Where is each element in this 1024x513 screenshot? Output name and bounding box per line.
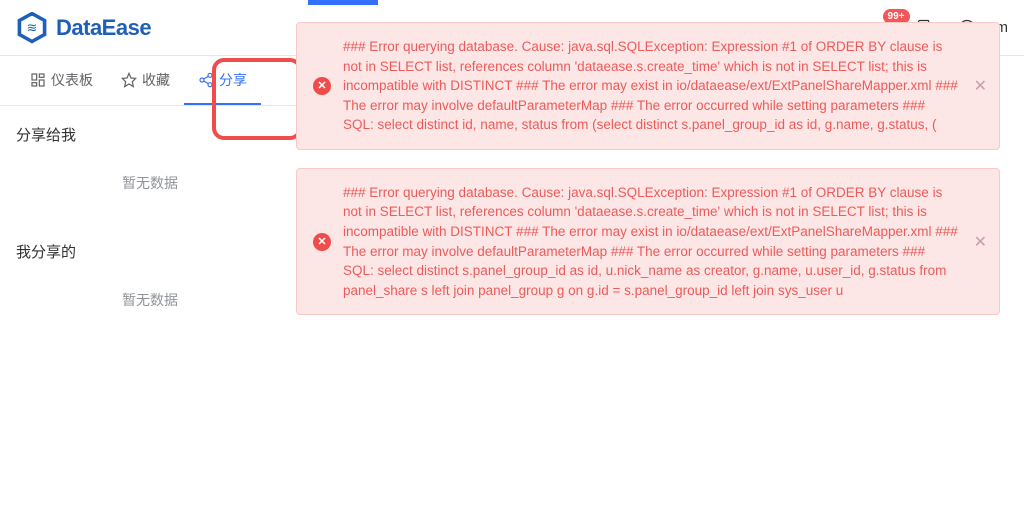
tab-favorites[interactable]: 收藏 xyxy=(107,56,184,105)
my-shares-empty: 暂无数据 xyxy=(0,272,300,340)
error-icon: ✕ xyxy=(313,233,331,251)
tab-share[interactable]: 分享 xyxy=(184,56,261,105)
share-icon xyxy=(198,72,214,88)
brand-logo[interactable]: ≋ DataEase xyxy=(16,12,151,44)
shared-to-me-empty: 暂无数据 xyxy=(0,155,300,223)
section-my-shares-title[interactable]: 我分享的 xyxy=(0,223,300,272)
close-icon[interactable]: ✕ xyxy=(974,232,987,252)
error-toast: ✕ ### Error querying database. Cause: ja… xyxy=(296,22,1000,150)
close-icon[interactable]: ✕ xyxy=(974,76,987,96)
tab-favorites-label: 收藏 xyxy=(142,70,170,90)
tab-dashboard-label: 仪表板 xyxy=(51,70,93,90)
brand-text: DataEase xyxy=(56,15,151,41)
top-nav-active-indicator xyxy=(308,0,378,5)
left-tabs: 仪表板 收藏 分享 xyxy=(0,56,300,106)
toasts-area: ✕ ### Error querying database. Cause: ja… xyxy=(296,22,1000,333)
error-toast: ✕ ### Error querying database. Cause: ja… xyxy=(296,168,1000,315)
section-shared-to-me-title[interactable]: 分享给我 xyxy=(0,106,300,155)
error-message: ### Error querying database. Cause: java… xyxy=(343,37,959,135)
error-message: ### Error querying database. Cause: java… xyxy=(343,183,959,300)
star-icon xyxy=(121,72,137,88)
dashboard-icon xyxy=(30,72,46,88)
error-icon: ✕ xyxy=(313,77,331,95)
logo-icon: ≋ xyxy=(16,12,48,44)
left-panel: 仪表板 收藏 分享 分享给我 暂无数据 我分享的 暂无数据 xyxy=(0,56,300,340)
tab-dashboard[interactable]: 仪表板 xyxy=(16,56,107,105)
tab-share-label: 分享 xyxy=(219,70,247,90)
